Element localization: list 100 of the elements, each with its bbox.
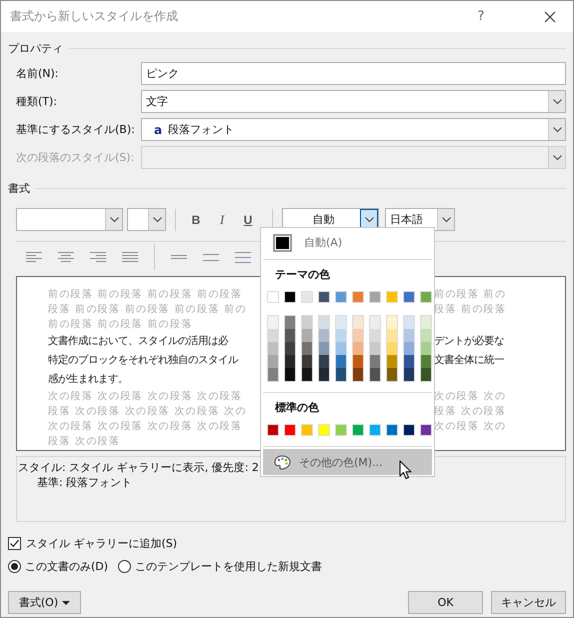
one-and-half-spacing-icon[interactable] — [203, 254, 219, 260]
color-swatch[interactable] — [301, 291, 313, 303]
align-right-icon[interactable] — [90, 252, 106, 262]
color-swatch[interactable] — [370, 342, 380, 355]
color-swatch[interactable] — [387, 316, 397, 329]
color-swatch[interactable] — [285, 342, 295, 355]
color-swatch[interactable] — [301, 424, 313, 436]
double-spacing-icon[interactable] — [235, 252, 251, 262]
color-swatch[interactable] — [285, 316, 295, 329]
underline-button[interactable]: U — [237, 210, 259, 230]
color-swatch[interactable] — [387, 342, 397, 355]
window-title: 書式から新しいスタイルを作成 — [9, 8, 179, 25]
color-swatch[interactable] — [386, 291, 398, 303]
color-swatch[interactable] — [319, 329, 329, 342]
color-swatch[interactable] — [353, 368, 363, 381]
automatic-color-item[interactable]: 自動(A) — [263, 228, 432, 257]
color-swatch[interactable] — [352, 291, 364, 303]
color-swatch[interactable] — [302, 342, 312, 355]
color-swatch[interactable] — [421, 368, 431, 381]
color-swatch[interactable] — [285, 355, 295, 368]
color-swatch[interactable] — [403, 291, 415, 303]
dropdown-value: 段落フォント — [168, 122, 234, 137]
color-swatch[interactable] — [387, 355, 397, 368]
color-swatch[interactable] — [420, 291, 432, 303]
color-swatch[interactable] — [421, 342, 431, 355]
cancel-button[interactable]: キャンセル — [491, 591, 566, 614]
checkbox[interactable] — [8, 536, 21, 550]
color-swatch[interactable] — [421, 316, 431, 329]
color-swatch[interactable] — [318, 424, 330, 436]
color-swatch[interactable] — [268, 342, 278, 355]
align-center-icon[interactable] — [58, 252, 74, 262]
color-swatch[interactable] — [302, 316, 312, 329]
color-swatch[interactable] — [285, 368, 295, 381]
color-swatch[interactable] — [335, 291, 347, 303]
color-swatch[interactable] — [268, 355, 278, 368]
color-swatch[interactable] — [404, 329, 414, 342]
color-swatch[interactable] — [421, 329, 431, 342]
help-button[interactable]: ? — [473, 6, 489, 26]
color-swatch[interactable] — [353, 329, 363, 342]
color-swatch[interactable] — [369, 424, 381, 436]
color-swatch[interactable] — [352, 424, 364, 436]
color-swatch[interactable] — [387, 329, 397, 342]
preview-text: 段落 次の段落 — [48, 434, 120, 449]
color-swatch[interactable] — [267, 424, 279, 436]
color-swatch[interactable] — [319, 342, 329, 355]
color-swatch[interactable] — [268, 329, 278, 342]
color-swatch[interactable] — [404, 342, 414, 355]
align-left-icon[interactable] — [26, 252, 42, 262]
color-swatch[interactable] — [318, 291, 330, 303]
section-heading: プロパティ — [8, 40, 63, 56]
color-swatch[interactable] — [336, 355, 346, 368]
color-swatch[interactable] — [284, 424, 296, 436]
style-dropdown[interactable]: 文字 — [141, 90, 566, 113]
color-swatch[interactable] — [421, 355, 431, 368]
style-dropdown[interactable]: a 段落フォント — [141, 118, 566, 141]
single-spacing-icon[interactable] — [171, 254, 187, 260]
color-swatch[interactable] — [302, 368, 312, 381]
radio-button[interactable] — [8, 560, 21, 572]
color-swatch[interactable] — [336, 329, 346, 342]
more-colors-item[interactable]: その他の色(M)... — [263, 449, 432, 475]
name-field[interactable]: ピンク — [141, 62, 566, 85]
color-swatch[interactable] — [403, 424, 415, 436]
color-swatch[interactable] — [369, 291, 381, 303]
justify-icon[interactable] — [122, 252, 138, 262]
color-swatch[interactable] — [353, 316, 363, 329]
color-swatch[interactable] — [353, 355, 363, 368]
color-swatch[interactable] — [284, 291, 296, 303]
color-swatch[interactable] — [336, 368, 346, 381]
color-swatch[interactable] — [386, 424, 398, 436]
color-swatch[interactable] — [268, 316, 278, 329]
color-swatch[interactable] — [336, 342, 346, 355]
color-swatch[interactable] — [370, 316, 380, 329]
color-swatch[interactable] — [319, 316, 329, 329]
color-swatch[interactable] — [267, 291, 279, 303]
color-swatch[interactable] — [370, 329, 380, 342]
ok-button[interactable]: OK — [408, 591, 483, 614]
preview-text: 前の段落 前の — [434, 288, 506, 302]
color-swatch[interactable] — [370, 368, 380, 381]
color-swatch[interactable] — [302, 329, 312, 342]
color-swatch[interactable] — [404, 316, 414, 329]
color-swatch[interactable] — [335, 424, 347, 436]
color-swatch[interactable] — [353, 342, 363, 355]
color-swatch[interactable] — [387, 368, 397, 381]
preview-text: 段落 次の段落 — [434, 404, 506, 419]
color-swatch[interactable] — [319, 355, 329, 368]
color-swatch[interactable] — [302, 355, 312, 368]
color-swatch[interactable] — [285, 329, 295, 342]
bold-button[interactable]: B — [185, 210, 207, 230]
italic-button[interactable]: I — [211, 210, 233, 230]
color-swatch[interactable] — [404, 368, 414, 381]
chevron-down-icon — [442, 216, 450, 222]
color-swatch[interactable] — [268, 368, 278, 381]
color-swatch[interactable] — [336, 316, 346, 329]
color-swatch[interactable] — [319, 368, 329, 381]
preview-text: 段落 前の段落 前の段落 前の段落 前の — [48, 302, 247, 317]
color-swatch[interactable] — [370, 355, 380, 368]
color-swatch[interactable] — [404, 355, 414, 368]
color-swatch[interactable] — [420, 424, 432, 436]
format-menu-button[interactable]: 書式(O) — [8, 591, 81, 614]
radio-button[interactable] — [118, 560, 132, 572]
